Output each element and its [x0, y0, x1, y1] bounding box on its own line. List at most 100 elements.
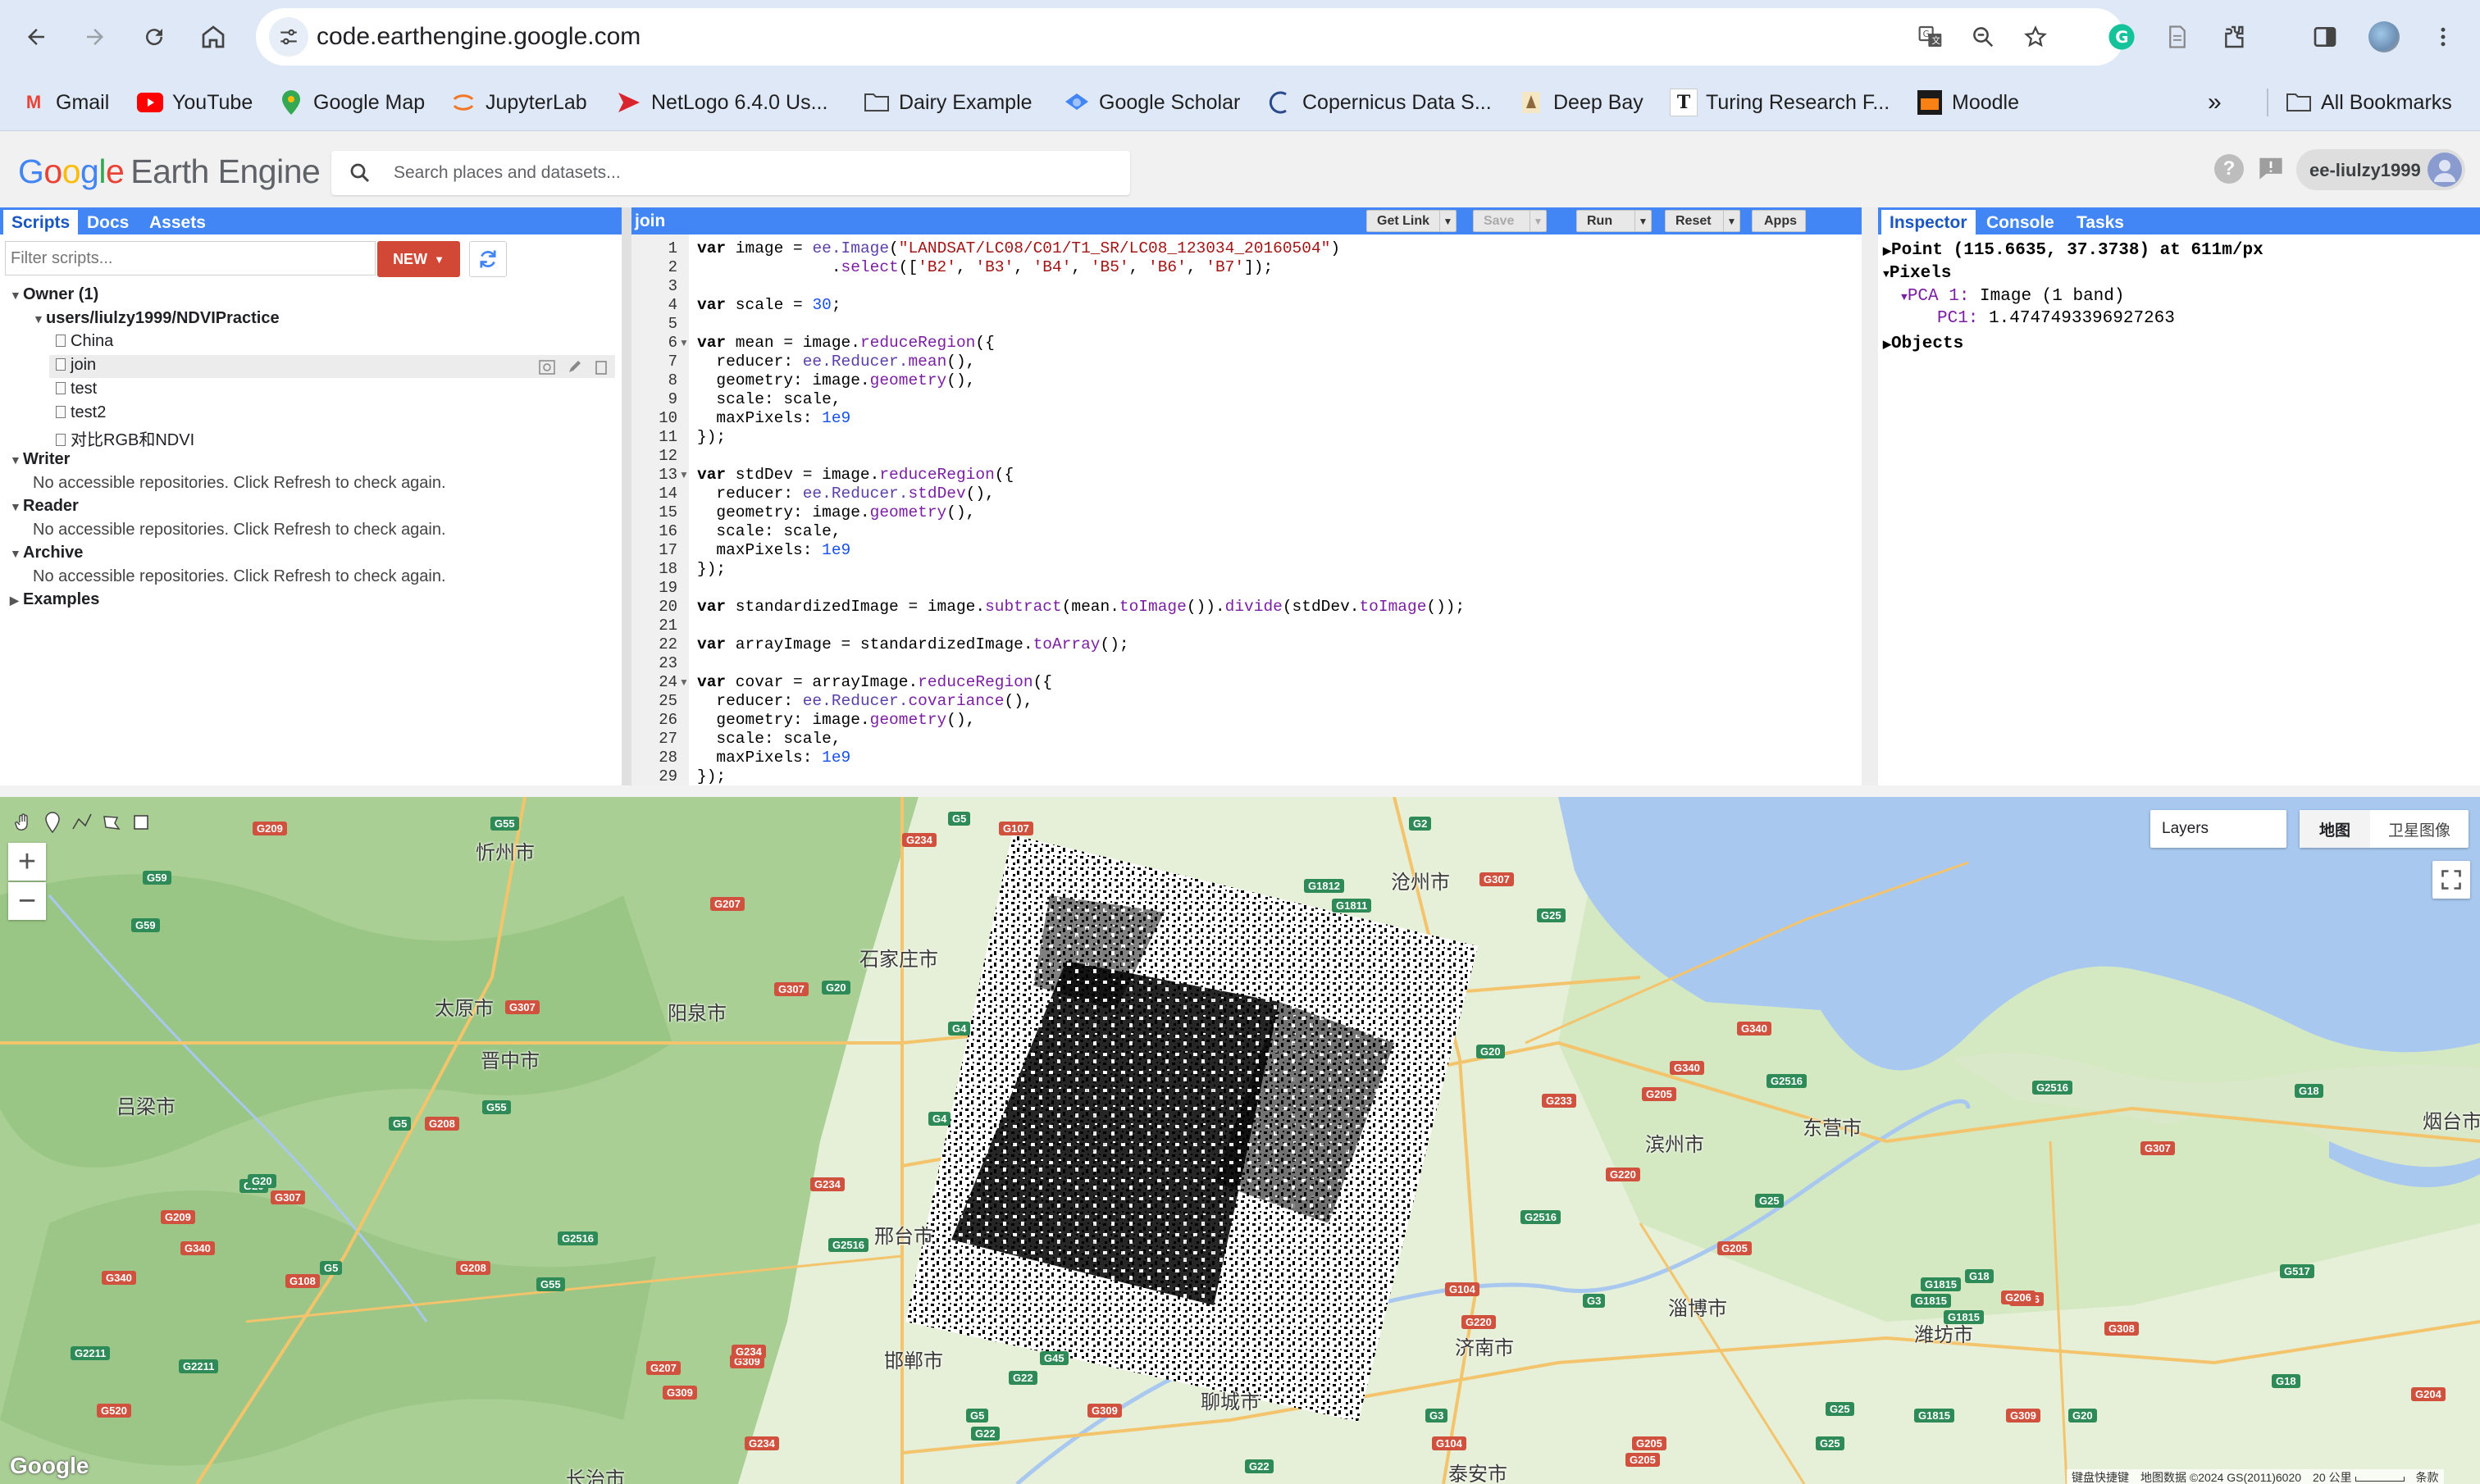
tab-scripts[interactable]: Scripts: [3, 210, 79, 234]
apps-button[interactable]: Apps: [1752, 210, 1806, 232]
code-line-2[interactable]: .select(['B2', 'B3', 'B4', 'B5', 'B6', '…: [697, 258, 1273, 276]
menu-dots-icon[interactable]: [2424, 18, 2462, 56]
more-bookmarks-button[interactable]: »: [2208, 87, 2222, 118]
dropdown-caret-icon[interactable]: ▼: [1439, 211, 1456, 231]
layers-button[interactable]: Layers: [2150, 810, 2286, 848]
history-icon[interactable]: [538, 359, 556, 376]
fullscreen-button[interactable]: [2432, 861, 2470, 899]
code-line-13[interactable]: var stdDev = image.reduceRegion({: [697, 466, 1014, 484]
all-bookmarks-button[interactable]: All Bookmarks: [2285, 87, 2452, 118]
tree-repo[interactable]: ▼ users/liulzy1999/NDVIPractice: [33, 309, 280, 328]
grammarly-icon[interactable]: G: [2103, 18, 2140, 56]
feedback-icon[interactable]: [2257, 156, 2285, 180]
inspector-layer-row[interactable]: ▼PCA 1: Image (1 band): [1901, 287, 2124, 306]
delete-icon[interactable]: [592, 359, 610, 376]
bookmark-gmail[interactable]: M Gmail: [20, 87, 109, 118]
get-link-button[interactable]: Get Link ▼: [1366, 210, 1457, 232]
run-button[interactable]: Run ▼: [1576, 210, 1652, 232]
tree-owner[interactable]: ▼ Owner (1): [10, 285, 98, 304]
right-splitter[interactable]: [1862, 207, 1878, 785]
script-file-test[interactable]: test: [56, 380, 97, 398]
code-line-10[interactable]: maxPixels: 1e9: [697, 409, 850, 427]
translate-icon[interactable]: G文: [1916, 22, 1945, 52]
dropdown-caret-icon[interactable]: ▼: [1529, 211, 1546, 231]
code-line-27[interactable]: scale: scale,: [697, 730, 841, 748]
map-type-map[interactable]: 地图: [2300, 810, 2370, 848]
home-button[interactable]: [193, 16, 234, 57]
dropdown-caret-icon[interactable]: ▼: [1634, 211, 1651, 231]
code-line-24[interactable]: var covar = arrayImage.reduceRegion({: [697, 673, 1052, 691]
places-search-box[interactable]: [331, 151, 1130, 195]
code-line-1[interactable]: var image = ee.Image("LANDSAT/LC08/C01/T…: [697, 239, 1340, 257]
tree-reader[interactable]: ▼ Reader: [10, 497, 79, 516]
bookmark-google-map[interactable]: Google Map: [277, 87, 425, 118]
keyboard-shortcuts-link[interactable]: 键盘快捷键: [2072, 1469, 2129, 1484]
code-editor[interactable]: 1 2 3 4 5 6 ▼ 7 8 9 10 11 12 13 ▼ 14 15 16 17 18 19 20 21 22 23 2…: [631, 234, 1862, 785]
fold-arrow-icon[interactable]: ▼: [679, 337, 689, 348]
code-line-15[interactable]: geometry: image.geometry(),: [697, 503, 975, 521]
user-account-chip[interactable]: ee-liulzy1999: [2296, 149, 2465, 190]
zoom-in-button[interactable]: +: [8, 843, 46, 881]
code-line-4[interactable]: var scale = 30;: [697, 296, 841, 314]
bookmark-moodle[interactable]: Moodle: [1916, 87, 2019, 118]
inspector-objects-row[interactable]: ▶Objects: [1883, 335, 1963, 353]
back-button[interactable]: [16, 16, 57, 57]
tree-examples[interactable]: ▶ Examples: [10, 590, 99, 609]
script-file-join[interactable]: join: [56, 356, 96, 375]
new-script-button[interactable]: NEW ▼: [377, 241, 460, 277]
inspector-pixels-row[interactable]: ▼Pixels: [1883, 264, 1951, 283]
side-panel-icon[interactable]: [2306, 18, 2344, 56]
code-line-9[interactable]: scale: scale,: [697, 390, 841, 408]
polygon-tool-icon[interactable]: [97, 808, 126, 836]
site-info-icon[interactable]: [269, 17, 308, 57]
pan-hand-icon[interactable]: [8, 808, 38, 836]
extensions-icon[interactable]: [2216, 18, 2254, 56]
bookmark-dairy-example[interactable]: Dairy Example: [863, 87, 1033, 118]
search-input[interactable]: [394, 159, 1107, 187]
code-line-16[interactable]: scale: scale,: [697, 522, 841, 540]
code-line-11[interactable]: });: [697, 428, 726, 446]
map-type-satellite[interactable]: 卫星图像: [2370, 810, 2469, 848]
forward-button[interactable]: [75, 16, 116, 57]
reader-mode-icon[interactable]: [2159, 18, 2196, 56]
bookmark-youtube[interactable]: YouTube: [136, 87, 253, 118]
reset-button[interactable]: Reset ▼: [1665, 210, 1740, 232]
help-icon[interactable]: ?: [2214, 154, 2244, 184]
reload-button[interactable]: [134, 16, 175, 57]
bookmark-google-scholar[interactable]: Google Scholar: [1063, 87, 1240, 118]
point-marker-icon[interactable]: [38, 808, 67, 836]
earth-engine-logo[interactable]: Google Earth Engine: [18, 152, 321, 191]
tree-writer[interactable]: ▼ Writer: [10, 450, 70, 469]
url-text[interactable]: code.earthengine.google.com: [317, 23, 641, 51]
code-line-26[interactable]: geometry: image.geometry(),: [697, 711, 975, 729]
code-line-22[interactable]: var arrayImage = standardizedImage.toArr…: [697, 635, 1129, 653]
tree-archive[interactable]: ▼ Archive: [10, 544, 83, 562]
left-splitter[interactable]: [622, 207, 631, 785]
tab-inspector[interactable]: Inspector: [1881, 210, 1976, 234]
script-file-china[interactable]: China: [56, 332, 113, 351]
filter-scripts-input[interactable]: [5, 241, 376, 275]
code-line-14[interactable]: reducer: ee.Reducer.stdDev(),: [697, 485, 994, 503]
tab-assets[interactable]: Assets: [141, 210, 214, 234]
fold-arrow-icon[interactable]: ▼: [679, 676, 689, 688]
bookmark-copernicus[interactable]: Copernicus Data S...: [1266, 87, 1492, 118]
bookmark-turing-research[interactable]: T Turing Research F...: [1670, 87, 1890, 118]
zoom-icon[interactable]: [1968, 22, 1998, 52]
code-line-8[interactable]: geometry: image.geometry(),: [697, 371, 975, 389]
dropdown-caret-icon[interactable]: ▼: [1723, 211, 1739, 231]
code-line-25[interactable]: reducer: ee.Reducer.covariance(),: [697, 692, 1033, 710]
tab-tasks[interactable]: Tasks: [2068, 210, 2132, 234]
code-line-17[interactable]: maxPixels: 1e9: [697, 541, 850, 559]
line-tool-icon[interactable]: [67, 808, 97, 836]
save-button[interactable]: Save ▼: [1473, 210, 1547, 232]
map-splitter[interactable]: [0, 785, 2480, 797]
refresh-button[interactable]: [469, 241, 507, 277]
bookmark-star-icon[interactable]: [2021, 22, 2050, 52]
inspector-point-row[interactable]: ▶Point (115.6635, 37.3738) at 611m/px: [1883, 241, 2263, 260]
address-bar[interactable]: code.earthengine.google.com G文: [256, 8, 2124, 66]
profile-avatar[interactable]: [2365, 18, 2403, 56]
script-file-test2[interactable]: test2: [56, 403, 106, 422]
code-line-6[interactable]: var mean = image.reduceRegion({: [697, 334, 995, 352]
code-line-28[interactable]: maxPixels: 1e9: [697, 749, 850, 767]
fold-arrow-icon[interactable]: ▼: [679, 469, 689, 480]
